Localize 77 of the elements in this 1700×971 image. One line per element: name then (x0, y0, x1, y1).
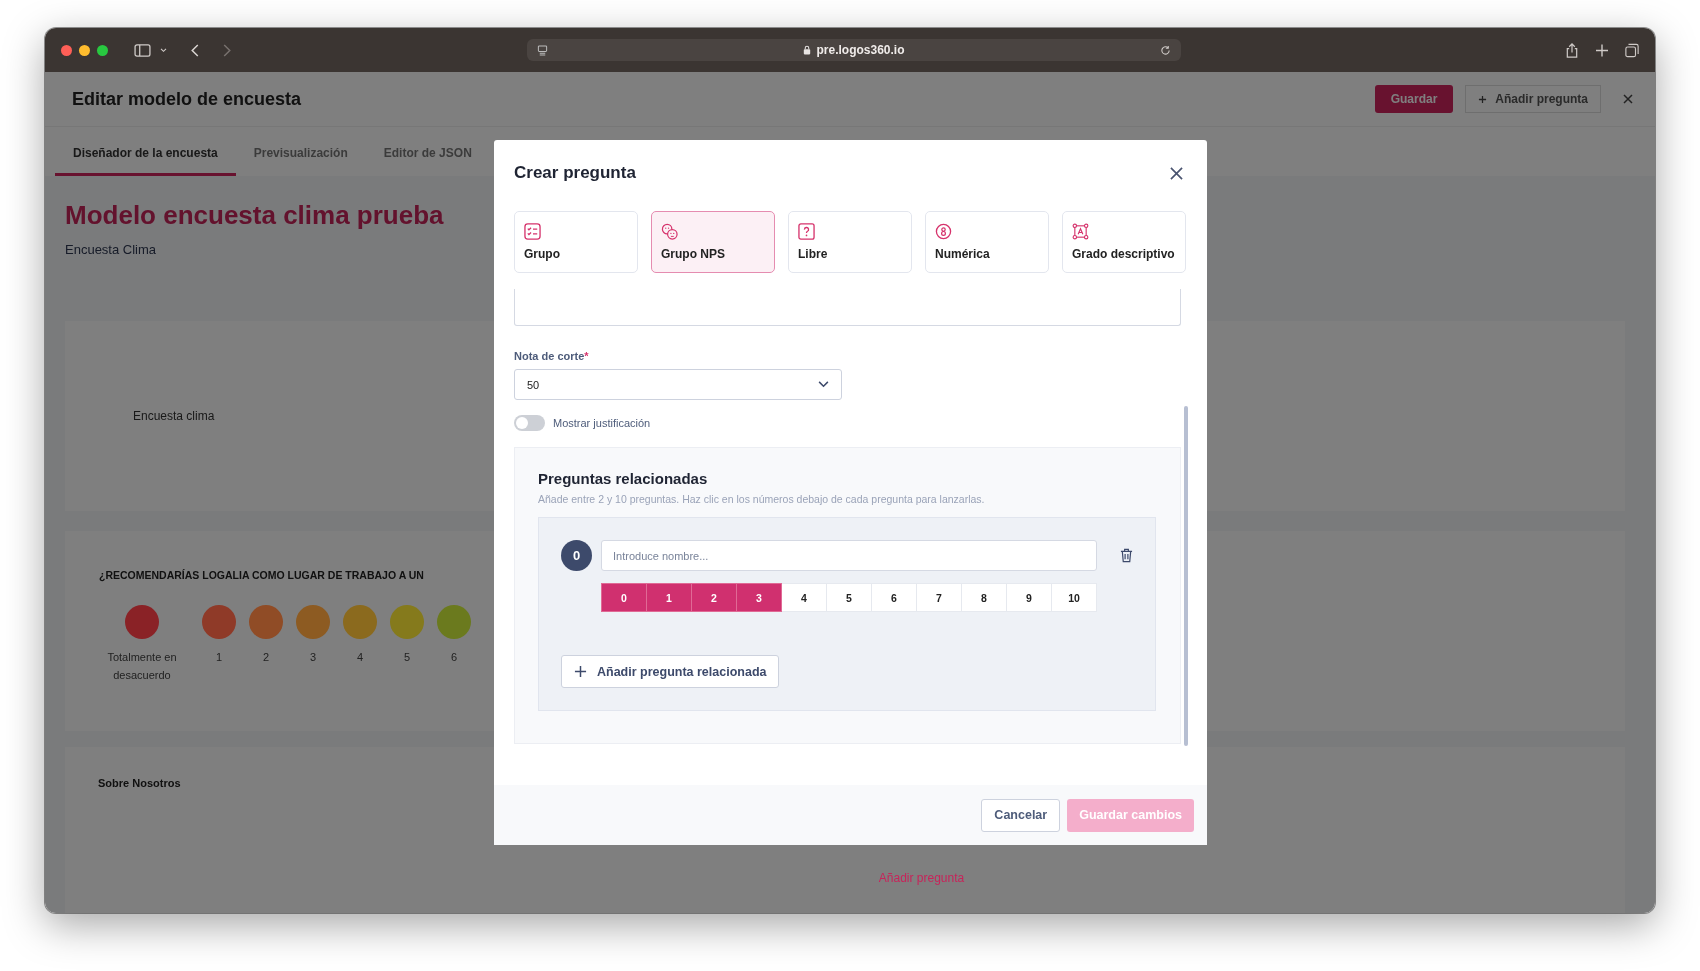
back-icon[interactable] (191, 43, 199, 57)
hint-text: Añade entre 2 y 10 preguntas. Haz clic en los números debajo de cada pregunta para lanzarlas. (538, 493, 986, 505)
page-title: Editar modelo de encuesta (72, 88, 302, 110)
rating-label: Totalmente en desacuerdo (106, 650, 178, 683)
url-text: pre.logos360.io (816, 43, 905, 57)
text-field[interactable] (514, 289, 1181, 326)
rating-dot[interactable] (296, 605, 330, 639)
tab[interactable]: Diseñador de la encuesta (55, 127, 236, 176)
plus-icon (574, 665, 587, 678)
rating-dot[interactable] (343, 605, 377, 639)
score-cell[interactable]: 10 (1052, 583, 1097, 612)
rating-dot[interactable] (125, 605, 159, 639)
score-cell[interactable]: 8 (962, 583, 1007, 612)
close-icon[interactable] (1623, 94, 1633, 104)
add-question-button[interactable]: Añadir pregunta (1465, 85, 1601, 113)
rating-dot[interactable] (202, 605, 236, 639)
close-window-icon[interactable] (61, 44, 72, 56)
rating-dot[interactable] (390, 605, 424, 639)
question-type-card[interactable]: Libre (788, 211, 912, 273)
rating-dot[interactable] (249, 605, 283, 639)
score-cell[interactable]: 4 (782, 583, 827, 612)
lock-icon (803, 45, 812, 55)
score-cell[interactable]: 5 (827, 583, 872, 612)
number-icon (935, 223, 952, 240)
score-cell[interactable]: 9 (1007, 583, 1052, 612)
share-icon[interactable] (1565, 42, 1579, 58)
score-cell[interactable]: 6 (872, 583, 917, 612)
cancel-button[interactable]: Cancelar (981, 798, 1061, 832)
score-cell[interactable]: 0 (601, 583, 647, 612)
score-cell[interactable]: 1 (647, 583, 692, 612)
forward-icon[interactable] (223, 43, 231, 57)
rating-label: 6 (450, 650, 458, 665)
score-cell[interactable]: 2 (692, 583, 737, 612)
new-tab-icon[interactable] (1595, 42, 1609, 58)
rating-label: 3 (309, 650, 317, 665)
question-mark-icon (798, 223, 815, 240)
rating-label: 4 (356, 650, 364, 665)
score-cell[interactable]: 7 (917, 583, 962, 612)
index-badge: 0 (561, 540, 592, 571)
dialog-title: Crear pregunta (514, 163, 636, 183)
question-type-card[interactable]: Grupo (514, 211, 638, 273)
scrollbar[interactable] (1184, 406, 1188, 746)
rating-label: 5 (403, 650, 411, 665)
cutoff-select[interactable]: 50 (514, 369, 842, 400)
toggle-label: Mostrar justificación (553, 417, 651, 429)
rating-label: 1 (215, 650, 223, 665)
rating-label: 2 (262, 650, 270, 665)
score-cell[interactable]: 3 (737, 583, 782, 612)
rating-dot[interactable] (437, 605, 471, 639)
address-bar[interactable]: pre.logos360.io (527, 39, 1181, 61)
close-icon[interactable] (1170, 166, 1183, 180)
chevron-down-icon[interactable] (160, 47, 167, 53)
question-type-card[interactable]: Grupo NPS (651, 211, 775, 273)
toggle-switch[interactable] (514, 415, 545, 431)
question-type-card[interactable]: Numérica (925, 211, 1049, 273)
minimize-window-icon[interactable] (79, 44, 90, 56)
tabs-overview-icon[interactable] (1625, 42, 1639, 58)
chevron-down-icon (818, 381, 829, 388)
faces-icon (661, 223, 678, 240)
survey-subtitle: Encuesta Clima (65, 242, 157, 257)
intro-text: Encuesta clima (133, 409, 215, 423)
name-input[interactable]: Introduce nombre... (601, 540, 1097, 571)
sidebar-icon[interactable] (134, 43, 151, 57)
section-title: Sobre Nosotros (98, 777, 182, 789)
zoom-window-icon[interactable] (97, 44, 108, 56)
text-frame-icon (1072, 223, 1089, 240)
plus-icon (1478, 94, 1488, 104)
survey-title: Modelo encuesta clima prueba (65, 200, 444, 231)
checklist-icon (524, 223, 541, 240)
question-text: ¿RECOMENDARÍAS LOGALIA COMO LUGAR DE TRABAJO A UN (99, 569, 425, 581)
add-related-question-button[interactable]: Añadir pregunta relacionada (561, 655, 780, 688)
reload-icon[interactable] (1160, 44, 1171, 56)
trash-icon[interactable] (1120, 548, 1133, 563)
question-type-card[interactable]: Grado descriptivo (1062, 211, 1186, 273)
page-icon (537, 44, 548, 56)
section-heading: Preguntas relacionadas (538, 470, 709, 487)
field-label: Nota de corte* (514, 350, 590, 362)
